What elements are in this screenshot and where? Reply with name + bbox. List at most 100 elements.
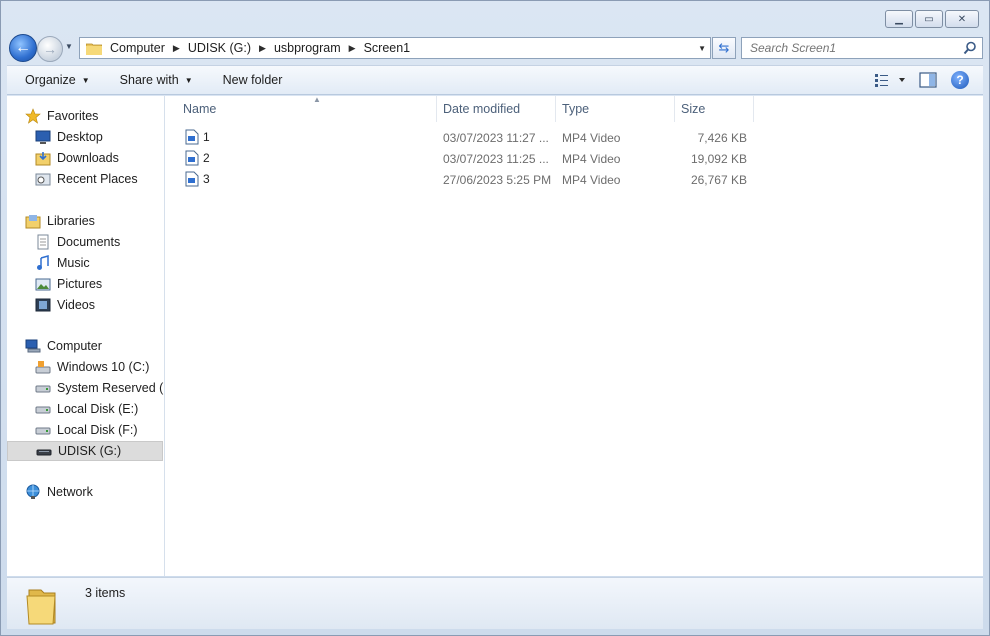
arrow-right-icon: → [43, 41, 57, 57]
file-row[interactable]: 1 03/07/2023 11:27 ... MP4 Video 7,426 K… [179, 128, 759, 148]
folder-icon [86, 43, 102, 55]
search-icon[interactable] [963, 41, 977, 55]
close-button[interactable]: ✕ [945, 10, 979, 28]
sidebar-item-label: Windows 10 (C:) [57, 360, 150, 374]
explorer-window: ▁ ▭ ✕ ← → ▼ Computer ▶ UDISK (G:) ▶ usbp… [0, 0, 990, 636]
address-bar[interactable]: Computer ▶ UDISK (G:) ▶ usbprogram ▶ Scr… [79, 37, 711, 59]
sidebar-item-documents[interactable]: Documents [7, 232, 163, 252]
breadcrumb-item-usbprogram[interactable]: usbprogram [274, 41, 341, 55]
hard-drive-icon [35, 406, 51, 414]
organize-button[interactable]: Organize ▼ [7, 73, 90, 87]
file-size: 7,426 KB [697, 131, 747, 145]
sidebar-item-recent-places[interactable]: Recent Places [7, 169, 163, 189]
forward-button[interactable]: → [37, 36, 63, 62]
help-icon[interactable]: ? [951, 71, 969, 89]
downloads-folder-icon [35, 152, 51, 166]
search-input[interactable] [750, 41, 950, 55]
column-header-label: Type [562, 102, 590, 116]
column-header-type[interactable]: Type [556, 96, 675, 122]
video-file-icon [185, 129, 199, 145]
command-bar: Organize ▼ Share with ▼ New folder ? [7, 65, 983, 95]
breadcrumb-separator-icon[interactable]: ▶ [349, 43, 356, 54]
sidebar-group-computer[interactable]: Computer [7, 336, 163, 356]
minimize-button[interactable]: ▁ [885, 10, 913, 28]
file-row[interactable]: 3 27/06/2023 5:25 PM MP4 Video 26,767 KB [179, 170, 759, 190]
file-name: 1 [203, 130, 210, 144]
hard-drive-icon [35, 385, 51, 393]
search-box[interactable] [741, 37, 983, 59]
details-pane: 3 items [7, 577, 983, 629]
network-icon [26, 484, 40, 499]
file-name: 3 [203, 172, 210, 186]
arrow-left-icon: ← [15, 39, 31, 56]
file-date: 03/07/2023 11:27 ... [443, 131, 549, 145]
file-name-cell: 2 [185, 150, 210, 166]
file-size: 19,092 KB [690, 152, 747, 166]
sidebar-item-local-disk-e[interactable]: Local Disk (E:) [7, 399, 163, 419]
sidebar-item-label: Desktop [57, 130, 103, 144]
sort-ascending-icon: ▲ [313, 95, 321, 104]
new-folder-label: New folder [222, 73, 283, 87]
view-controls: ? [875, 71, 969, 89]
column-header-name[interactable]: Name ▲ [177, 95, 437, 122]
system-drive-icon [35, 361, 51, 374]
file-name: 2 [203, 151, 210, 165]
sidebar-item-videos[interactable]: Videos [7, 295, 163, 315]
sidebar-item-label: UDISK (G:) [58, 444, 122, 458]
recent-pages-dropdown[interactable]: ▼ [65, 42, 73, 51]
sidebar-item-pictures[interactable]: Pictures [7, 274, 163, 294]
sidebar-item-windows-c[interactable]: Windows 10 (C:) [7, 357, 163, 377]
breadcrumb-separator-icon[interactable]: ▶ [259, 43, 266, 54]
change-view-icon[interactable] [875, 73, 905, 87]
file-type: MP4 Video [562, 152, 621, 166]
back-button[interactable]: ← [9, 34, 37, 62]
preview-pane-icon[interactable] [919, 72, 937, 88]
new-folder-button[interactable]: New folder [193, 73, 283, 87]
sidebar-item-music[interactable]: Music [7, 253, 163, 273]
file-row[interactable]: 2 03/07/2023 11:25 ... MP4 Video 19,092 … [179, 149, 759, 169]
column-header-date-modified[interactable]: Date modified [437, 96, 556, 122]
column-header-label: Size [681, 102, 706, 116]
navigation-pane: Favorites Desktop Downloads Recent Place… [7, 96, 165, 576]
breadcrumb-item-screen1[interactable]: Screen1 [364, 41, 411, 55]
sidebar-group-libraries[interactable]: Libraries [7, 211, 163, 231]
sidebar-item-system-reserved-d[interactable]: System Reserved (D: [7, 378, 164, 398]
file-size: 26,767 KB [690, 173, 747, 187]
sidebar-group-label: Favorites [47, 109, 99, 123]
folder-icon [26, 589, 56, 625]
item-count: 3 items [85, 586, 126, 600]
column-header-label: Date modified [443, 102, 521, 116]
share-with-button[interactable]: Share with ▼ [90, 73, 193, 87]
file-type: MP4 Video [562, 173, 621, 187]
recent-places-icon [35, 173, 51, 186]
sidebar-item-label: Downloads [57, 151, 119, 165]
file-name-cell: 3 [185, 171, 210, 187]
star-icon [25, 108, 41, 124]
videos-icon [35, 298, 51, 312]
sidebar-group-favorites[interactable]: Favorites [7, 106, 163, 126]
sidebar-item-udisk-g[interactable]: UDISK (G:) [7, 441, 163, 461]
window-caption-buttons: ▁ ▭ ✕ [885, 10, 979, 28]
sidebar-item-downloads[interactable]: Downloads [7, 148, 163, 168]
video-file-icon [185, 171, 199, 187]
sidebar-item-label: Pictures [57, 277, 103, 291]
maximize-button[interactable]: ▭ [915, 10, 943, 28]
video-file-icon [185, 150, 199, 166]
sidebar-item-desktop[interactable]: Desktop [7, 127, 163, 147]
sidebar-item-label: Documents [57, 235, 121, 249]
sidebar-item-local-disk-f[interactable]: Local Disk (F:) [7, 420, 163, 440]
address-history-dropdown[interactable]: ▼ [698, 44, 706, 53]
computer-icon [25, 339, 41, 353]
hard-drive-icon [35, 427, 51, 435]
navigation-bar: ← → ▼ Computer ▶ UDISK (G:) ▶ usbprogram… [7, 33, 983, 62]
breadcrumb-item-udisk[interactable]: UDISK (G:) [188, 41, 251, 55]
organize-label: Organize [25, 73, 76, 87]
share-with-label: Share with [119, 73, 179, 87]
chevron-down-icon: ▼ [184, 75, 193, 85]
column-header-size[interactable]: Size [675, 96, 754, 122]
column-header-label: Name [183, 102, 217, 116]
breadcrumb-separator-icon[interactable]: ▶ [173, 43, 180, 54]
breadcrumb-item-computer[interactable]: Computer [110, 41, 165, 55]
refresh-button[interactable]: ⇆ [712, 37, 736, 59]
sidebar-group-network[interactable]: Network [7, 482, 163, 502]
